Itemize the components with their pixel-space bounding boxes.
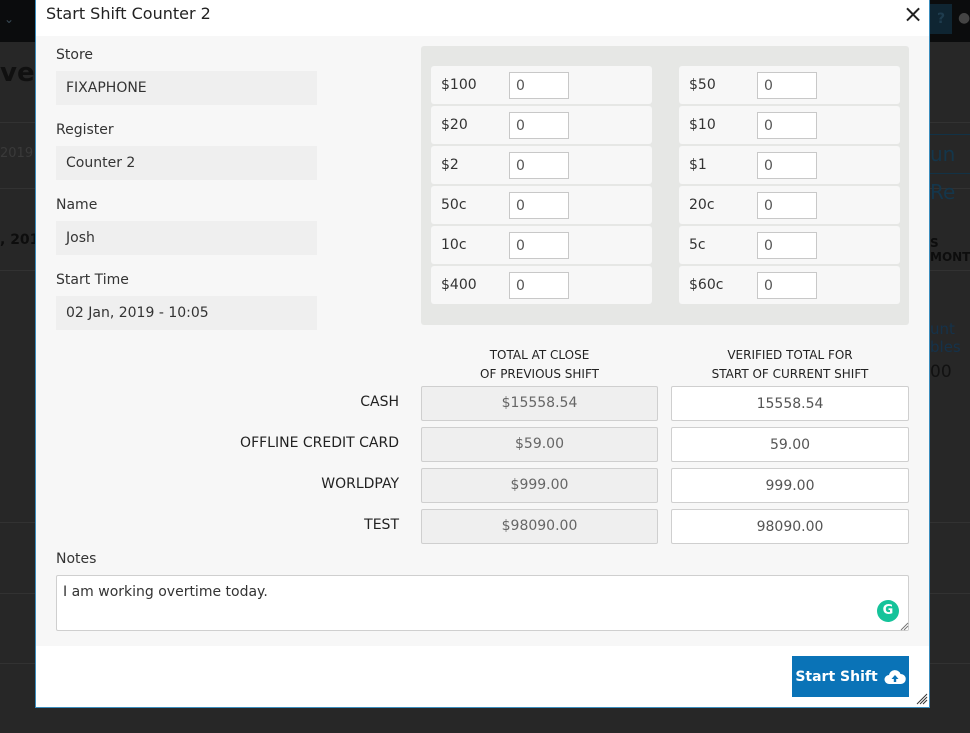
previous-total-value: $98090.00 (421, 509, 658, 544)
background-count-value: 00 (930, 362, 952, 382)
denomination-label: $10 (689, 117, 716, 133)
previous-total-value: $15558.54 (421, 386, 658, 421)
current-total-header: VERIFIED TOTAL FOR START OF CURRENT SHIF… (671, 346, 909, 384)
background-count-label: unt bles (930, 320, 961, 356)
denomination-row: 20c (679, 186, 900, 224)
register-field: Counter 2 (56, 146, 317, 180)
payment-method-label: OFFLINE CREDIT CARD (240, 435, 399, 451)
name-field: Josh (56, 221, 317, 255)
denomination-label: $20 (441, 117, 468, 133)
background-date: 2019 (0, 146, 34, 161)
user-icon: ● (958, 10, 970, 26)
chevron-down-icon: ⌄ (4, 12, 15, 26)
denomination-row: 10c (431, 226, 652, 264)
denomination-label: 5c (689, 237, 706, 253)
start-shift-modal: Start Shift Counter 2 × Store FIXAPHONE … (35, 0, 930, 708)
background-run-report-button: un Re (930, 134, 970, 204)
denomination-row: $2 (431, 146, 652, 184)
help-icon: ? (930, 4, 952, 34)
close-icon[interactable]: × (901, 1, 925, 27)
register-label: Register (56, 122, 114, 138)
verified-total-input[interactable] (671, 386, 909, 421)
grammarly-icon[interactable]: G (877, 600, 899, 622)
denomination-count-input[interactable] (509, 272, 569, 299)
denomination-row: $100 (431, 66, 652, 104)
name-label: Name (56, 197, 98, 213)
start-time-label: Start Time (56, 272, 129, 288)
denomination-count-input[interactable] (509, 72, 569, 99)
denomination-count-input[interactable] (509, 192, 569, 219)
background-month-label: S MONT (930, 236, 970, 264)
modal-footer: Start Shift (36, 646, 929, 707)
denomination-row: $1 (679, 146, 900, 184)
verified-total-input[interactable] (671, 427, 909, 462)
denomination-count-input[interactable] (509, 112, 569, 139)
denomination-count-input[interactable] (509, 232, 569, 259)
start-shift-label: Start Shift (795, 668, 878, 685)
start-shift-button[interactable]: Start Shift (792, 656, 909, 697)
denomination-count-input[interactable] (509, 152, 569, 179)
denomination-label: 10c (441, 237, 467, 253)
start-time-field: 02 Jan, 2019 - 10:05 (56, 296, 317, 330)
previous-total-header-line2: OF PREVIOUS SHIFT (480, 367, 599, 381)
previous-total-value: $999.00 (421, 468, 658, 503)
background-count-line1: unt (930, 320, 955, 338)
denomination-label: $60c (689, 277, 724, 293)
modal-resize-handle[interactable] (916, 693, 928, 705)
denomination-row: $50 (679, 66, 900, 104)
modal-header: Start Shift Counter 2 × (36, 0, 929, 36)
modal-body: Store FIXAPHONE Register Counter 2 Name … (36, 36, 929, 646)
current-total-header-line2: START OF CURRENT SHIFT (711, 367, 869, 381)
denomination-row: $60c (679, 266, 900, 304)
background-date-bold: , 201 (0, 232, 40, 248)
denomination-count-input[interactable] (757, 232, 817, 259)
denomination-label: 50c (441, 197, 467, 213)
denomination-row: 50c (431, 186, 652, 224)
verified-total-input[interactable] (671, 468, 909, 503)
notes-label: Notes (56, 551, 97, 567)
denomination-count-input[interactable] (757, 192, 817, 219)
denomination-label: $2 (441, 157, 459, 173)
denomination-count-input[interactable] (757, 152, 817, 179)
modal-title: Start Shift Counter 2 (46, 4, 211, 23)
denomination-label: $400 (441, 277, 477, 293)
payment-method-label: CASH (360, 394, 399, 410)
payment-method-label: WORLDPAY (321, 476, 399, 492)
payment-method-label: TEST (364, 517, 399, 533)
cloud-upload-icon (884, 669, 906, 684)
denomination-label: 20c (689, 197, 715, 213)
current-total-header-line1: VERIFIED TOTAL FOR (727, 348, 853, 362)
background-count-line2: bles (930, 338, 961, 356)
denomination-row: $10 (679, 106, 900, 144)
denomination-count-input[interactable] (757, 112, 817, 139)
denomination-count-input[interactable] (757, 72, 817, 99)
denomination-label: $100 (441, 77, 477, 93)
previous-total-value: $59.00 (421, 427, 658, 462)
notes-textarea[interactable]: I am working overtime today. (56, 575, 909, 631)
store-field: FIXAPHONE (56, 71, 317, 105)
textarea-resize-handle[interactable] (899, 621, 909, 631)
previous-total-header-line1: TOTAL AT CLOSE (489, 348, 590, 362)
store-label: Store (56, 47, 94, 63)
denomination-label: $50 (689, 77, 716, 93)
previous-total-header: TOTAL AT CLOSE OF PREVIOUS SHIFT (421, 346, 658, 384)
denomination-count-input[interactable] (757, 272, 817, 299)
denomination-row: 5c (679, 226, 900, 264)
denomination-row: $400 (431, 266, 652, 304)
denomination-label: $1 (689, 157, 707, 173)
denomination-row: $20 (431, 106, 652, 144)
verified-total-input[interactable] (671, 509, 909, 544)
denomination-panel: $100 $50 $20 $10 $2 $1 (421, 46, 909, 325)
